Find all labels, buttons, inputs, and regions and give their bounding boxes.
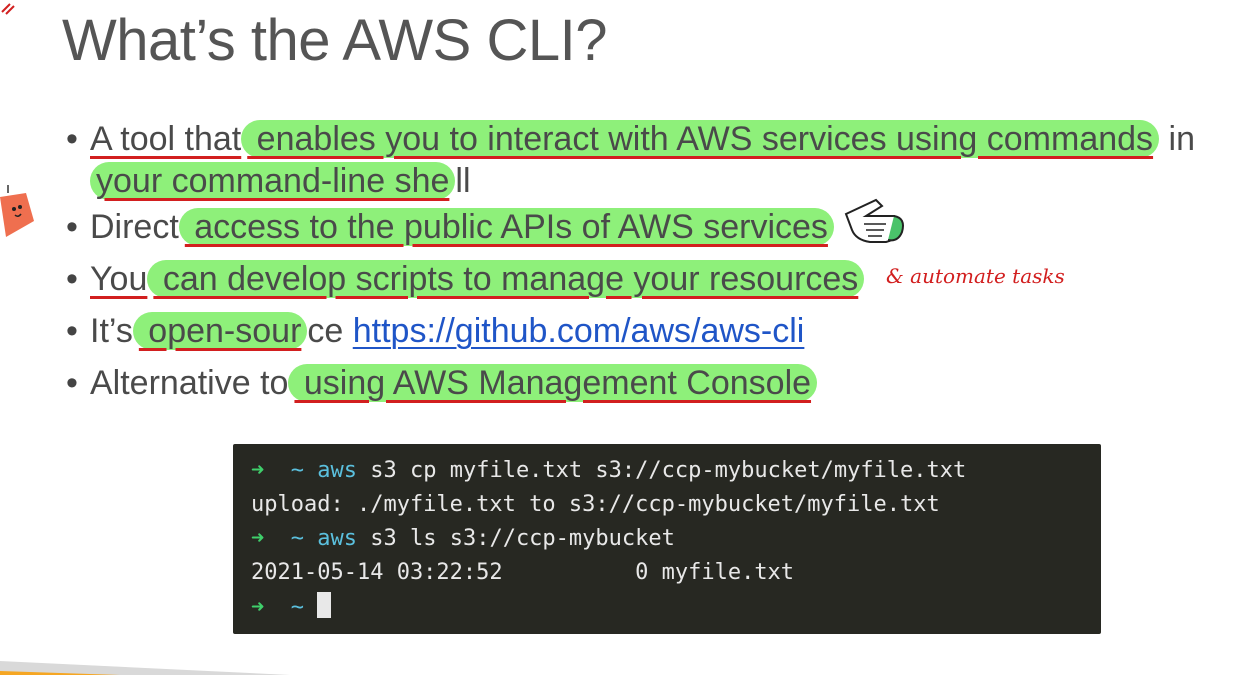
prompt-arrow-icon: ➜	[251, 526, 265, 551]
bullet-dot: •	[66, 312, 78, 350]
pointing-hand-icon	[844, 198, 904, 243]
bullet-1-highlight: enables you to interact with AWS service…	[241, 120, 1160, 158]
bullet-dot: •	[66, 120, 78, 158]
bullet-3-highlight: can develop scripts to manage your resou…	[147, 260, 865, 298]
bullet-dot: •	[66, 364, 78, 402]
github-link[interactable]: https://github.com/aws/aws-cli	[353, 312, 805, 350]
bullet-1-line2-highlight: your command-line she	[90, 162, 456, 200]
prompt-arrow-icon: ➜	[251, 458, 265, 483]
bullet-1: • A tool that enables you to interact wi…	[66, 118, 1246, 202]
bullet-5: • Alternative to using AWS Management Co…	[66, 362, 1246, 404]
handwritten-annotation: & automate tasks	[886, 264, 1065, 288]
bullet-2-text: Direct	[90, 208, 179, 246]
corner-mark	[1, 3, 15, 15]
bullet-list: • A tool that enables you to interact wi…	[66, 118, 1246, 404]
terminal-args: s3 ls s3://ccp-mybucket	[357, 526, 675, 551]
bullet-4: • It’s open-sour ce https://github.com/aw…	[66, 310, 1246, 352]
bullet-4-highlight: open-sour	[132, 312, 308, 350]
bullet-1-suffix: in	[1159, 120, 1195, 158]
bullet-2-highlight: access to the public APIs of AWS service…	[178, 208, 834, 246]
terminal-command: aws	[317, 526, 357, 551]
bullet-dot: •	[66, 208, 78, 246]
terminal-args: s3 cp myfile.txt s3://ccp-mybucket/myfil…	[357, 458, 967, 483]
prompt-arrow-icon: ➜	[251, 595, 265, 620]
bullet-1-line2-suffix: ll	[455, 162, 471, 200]
bullet-5-highlight: using AWS Management Console	[288, 364, 818, 402]
terminal-line-5[interactable]: ➜ ~	[251, 592, 332, 623]
bullet-4-suffix: ce	[307, 312, 353, 350]
terminal-line-4: 2021-05-14 03:22:52 0 myfile.txt	[251, 560, 795, 585]
prompt-tilde: ~	[290, 595, 304, 620]
sticker-icon	[0, 185, 34, 237]
terminal-command: aws	[317, 458, 357, 483]
terminal-line-2: upload: ./myfile.txt to s3://ccp-mybucke…	[251, 492, 940, 517]
page-title: What’s the AWS CLI?	[62, 8, 607, 73]
terminal-window: ➜ ~ aws s3 cp myfile.txt s3://ccp-mybuck…	[233, 444, 1101, 634]
bullet-5-text: Alternative to	[90, 364, 289, 402]
bullet-3-text: You	[90, 260, 148, 298]
bullet-1-text: A tool that	[90, 120, 242, 158]
prompt-tilde: ~	[290, 526, 304, 551]
bullet-2: • Direct access to the public APIs of AW…	[66, 206, 1246, 248]
bullet-dot: •	[66, 260, 78, 298]
terminal-cursor	[317, 592, 332, 618]
bullet-3: • You can develop scripts to manage your…	[66, 258, 1246, 300]
prompt-tilde: ~	[290, 458, 304, 483]
terminal-line-3: ➜ ~ aws s3 ls s3://ccp-mybucket	[251, 524, 675, 554]
bullet-4-text: It’s	[90, 312, 133, 350]
terminal-line-1: ➜ ~ aws s3 cp myfile.txt s3://ccp-mybuck…	[251, 456, 966, 486]
bottom-decoration	[0, 661, 290, 675]
